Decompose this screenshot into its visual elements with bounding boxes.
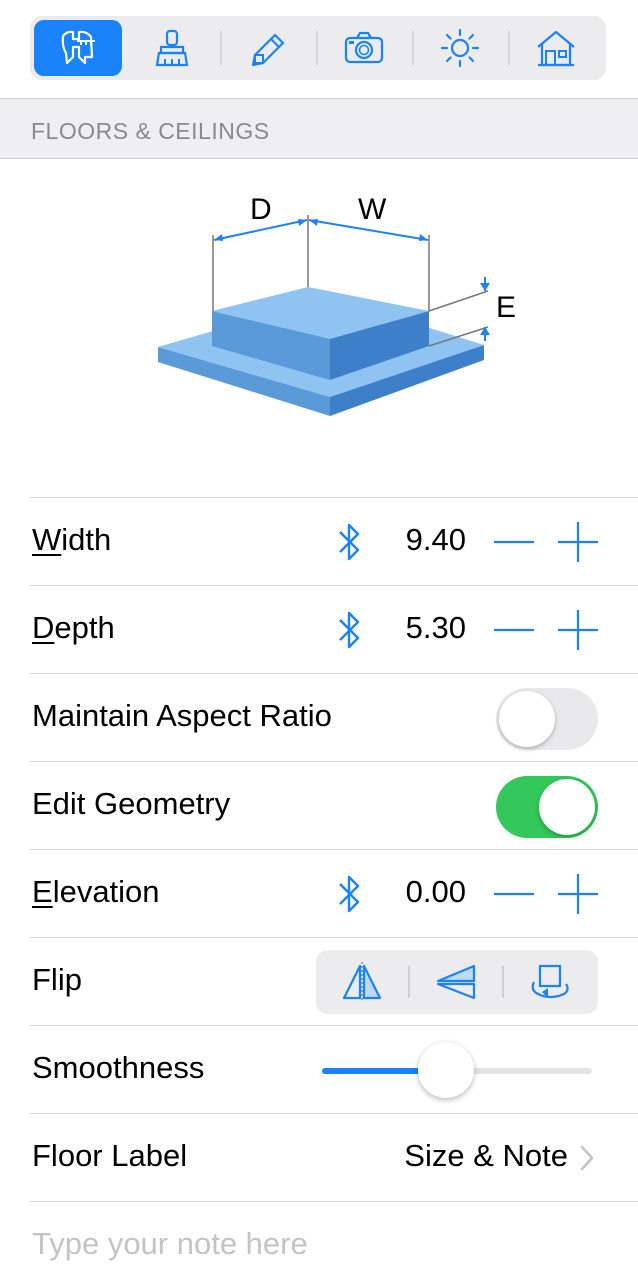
toolbar-divider: [316, 31, 318, 65]
elevation-value: 0.00: [405, 874, 466, 909]
smoothness-row: Smoothness: [30, 1025, 638, 1113]
width-value: 9.40: [405, 522, 466, 557]
note-input[interactable]: Type your note here: [32, 1226, 308, 1262]
bluetooth-icon[interactable]: [334, 520, 364, 564]
diagram-label-depth: D: [250, 193, 272, 226]
edit-geometry-toggle[interactable]: [496, 776, 598, 838]
depth-label: Depth: [32, 610, 115, 646]
sun-icon: [440, 28, 480, 68]
depth-decrement-button[interactable]: [492, 610, 536, 650]
elevation-increment-button[interactable]: [556, 872, 600, 916]
floor-dimension-diagram: D W E: [140, 185, 540, 425]
tool-tab-measure[interactable]: [34, 20, 122, 76]
depth-increment-button[interactable]: [556, 608, 600, 652]
house-icon: [537, 30, 575, 67]
rotate-button[interactable]: [520, 958, 580, 1006]
floor-label-row[interactable]: Floor Label Size & Note: [30, 1113, 638, 1201]
depth-row: Depth 5.30: [30, 585, 638, 673]
elevation-label: Elevation: [32, 874, 160, 910]
rotate-icon: [531, 964, 569, 999]
width-row: Width 9.40: [30, 497, 638, 585]
elevation-label-rest: levation: [52, 874, 160, 909]
flip-vertical-button[interactable]: [426, 958, 486, 1006]
width-label-rest: idth: [61, 522, 112, 557]
flip-horizontal-button[interactable]: [332, 958, 392, 1006]
toolbar-divider: [508, 31, 510, 65]
floor-label-value: Size & Note: [404, 1138, 568, 1173]
maintain-aspect-ratio-toggle[interactable]: [496, 688, 598, 750]
pencil-icon: [251, 33, 285, 67]
flip-divider: [408, 966, 410, 998]
diagram-label-width: W: [358, 193, 387, 226]
toggle-knob: [499, 691, 555, 747]
smoothness-label: Smoothness: [32, 1050, 205, 1085]
toolbar-divider: [220, 31, 222, 65]
note-divider: [30, 1201, 638, 1202]
flip-label: Flip: [32, 962, 82, 997]
flip-vertical-icon: [436, 964, 476, 1000]
chevron-right-icon: [580, 1145, 594, 1171]
tool-tab-draw[interactable]: [224, 20, 312, 76]
maintain-aspect-ratio-label: Maintain Aspect Ratio: [32, 698, 332, 733]
maintain-aspect-ratio-row: Maintain Aspect Ratio: [30, 673, 638, 761]
diagram-label-elevation: E: [496, 291, 517, 324]
width-decrement-button[interactable]: [492, 522, 536, 562]
section-header: FLOORS & CEILINGS: [0, 98, 638, 159]
width-label-mnemonic: W: [32, 522, 62, 557]
bluetooth-icon[interactable]: [334, 872, 364, 916]
width-label: Width: [32, 522, 111, 558]
toolbar-divider: [412, 31, 414, 65]
ruler-caliper-icon: [61, 30, 95, 65]
tool-tab-paint[interactable]: [128, 20, 216, 76]
bluetooth-icon[interactable]: [334, 608, 364, 652]
width-increment-button[interactable]: [556, 520, 600, 564]
elevation-label-mnemonic: E: [32, 874, 53, 909]
camera-icon: [344, 31, 384, 64]
section-title: FLOORS & CEILINGS: [31, 118, 270, 144]
smoothness-slider-thumb[interactable]: [418, 1042, 475, 1098]
flip-divider: [502, 966, 504, 998]
toggle-knob: [539, 779, 595, 835]
floor-label-label: Floor Label: [32, 1138, 188, 1173]
tool-tab-lighting[interactable]: [416, 20, 504, 76]
tool-tab-building[interactable]: [512, 20, 600, 76]
elevation-row: Elevation 0.00: [30, 849, 638, 937]
tool-segmented-control: [30, 16, 606, 80]
flip-horizontal-icon: [342, 962, 382, 1002]
edit-geometry-row: Edit Geometry: [30, 761, 638, 849]
depth-label-rest: epth: [54, 610, 115, 645]
depth-value: 5.30: [405, 610, 466, 645]
depth-label-mnemonic: D: [32, 610, 55, 645]
floor-slab-illustration: [158, 215, 490, 416]
flip-row: Flip: [30, 937, 638, 1025]
flip-segmented-control: [316, 950, 598, 1014]
tool-tab-camera[interactable]: [320, 20, 408, 76]
paint-brush-icon: [155, 29, 189, 67]
edit-geometry-label: Edit Geometry: [32, 786, 231, 821]
elevation-decrement-button[interactable]: [492, 874, 536, 914]
